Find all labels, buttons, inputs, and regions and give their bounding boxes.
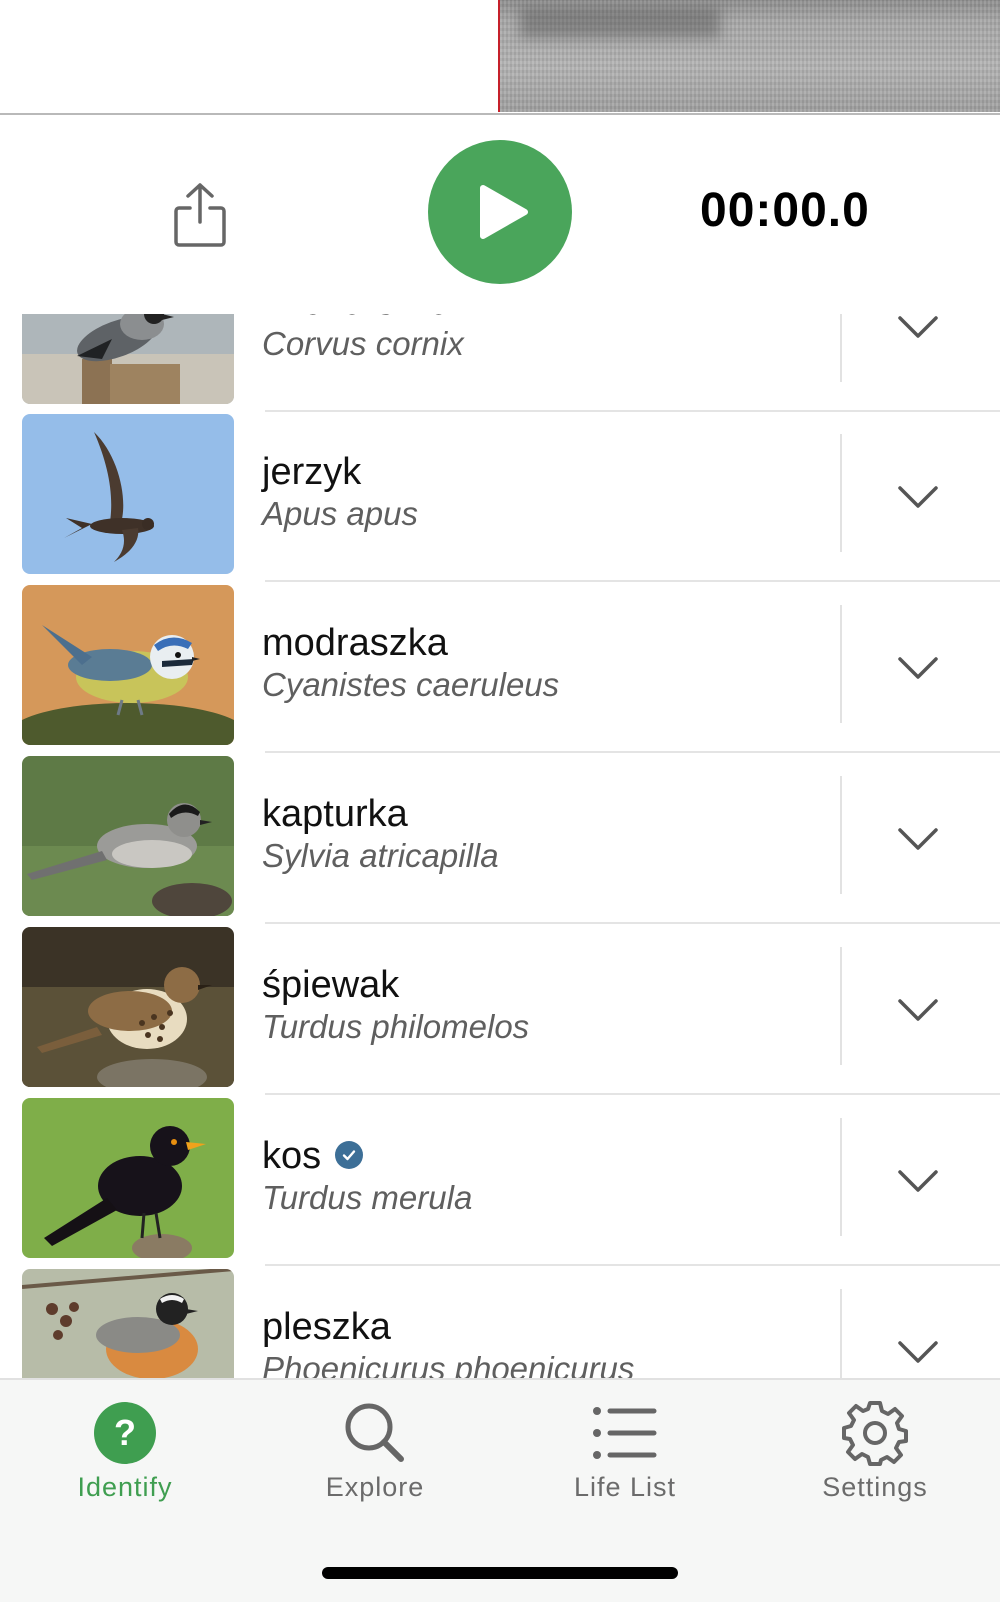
tab-label: Settings [822, 1472, 928, 1502]
row-separator [265, 751, 1000, 753]
species-names: modraszka Cyanistes caeruleus [262, 621, 822, 705]
scientific-name: Corvus cornix [262, 325, 464, 362]
species-names: wrona siwa Corvus cornix [262, 314, 822, 364]
bird-photo [22, 585, 234, 745]
bird-photo [22, 1098, 234, 1258]
play-icon [480, 185, 528, 239]
species-names: kapturka Sylvia atricapilla [262, 792, 822, 876]
home-indicator[interactable] [322, 1567, 678, 1579]
playhead-marker[interactable] [498, 0, 500, 112]
spectrogram-panel[interactable] [0, 0, 1000, 115]
tab-identify[interactable]: ? Identify [0, 1380, 250, 1530]
tab-label: Explore [325, 1472, 425, 1502]
common-name: śpiewak [262, 964, 400, 1006]
spectrogram-signal [520, 8, 720, 38]
share-icon [174, 183, 226, 247]
row-separator [265, 922, 1000, 924]
row-separator [265, 1264, 1000, 1266]
bird-photo [22, 314, 234, 404]
common-name: pleszka [262, 1306, 391, 1348]
tab-label: Life List [573, 1472, 677, 1502]
bird-photo [22, 927, 234, 1087]
bird-photo [22, 756, 234, 916]
scientific-name: Phoenicurus phoenicurus [262, 1350, 635, 1380]
common-name: kapturka [262, 793, 408, 835]
list-item[interactable]: śpiewak Turdus philomelos [0, 927, 1000, 1097]
chevron-down-icon[interactable] [896, 653, 940, 683]
tab-label: Identify [77, 1472, 173, 1502]
row-divider [840, 434, 842, 552]
list-item[interactable]: wrona siwa Corvus cornix [0, 314, 1000, 414]
row-divider [840, 1289, 842, 1380]
row-separator [265, 1093, 1000, 1095]
scientific-name: Apus apus [262, 495, 418, 532]
play-button[interactable] [428, 140, 572, 284]
scientific-name: Cyanistes caeruleus [262, 666, 560, 703]
list-item[interactable]: kos Turdus merula [0, 1098, 1000, 1268]
playback-timer: 00:00.0 [700, 184, 870, 237]
row-divider [840, 947, 842, 1065]
species-names: jerzyk Apus apus [262, 450, 822, 534]
species-names: śpiewak Turdus philomelos [262, 963, 822, 1047]
bird-photo [22, 1269, 234, 1380]
species-list[interactable]: wrona siwa Corvus cornix jerzyk Apus apu… [0, 314, 1000, 1380]
search-icon [345, 1403, 404, 1462]
chevron-down-icon[interactable] [896, 1166, 940, 1196]
question-circle-icon: ? [94, 1402, 156, 1464]
common-name: kos [262, 1135, 322, 1177]
chevron-down-icon[interactable] [896, 995, 940, 1025]
list-icon [593, 1407, 657, 1459]
species-names: pleszka Phoenicurus phoenicurus [262, 1305, 822, 1380]
common-name: wrona siwa [262, 314, 822, 324]
tab-explore[interactable]: Explore [250, 1380, 500, 1530]
chevron-down-icon[interactable] [896, 1337, 940, 1367]
row-divider [840, 776, 842, 894]
common-name-row: kos [262, 1134, 822, 1178]
tab-life-list[interactable]: Life List [500, 1380, 750, 1530]
row-divider [840, 605, 842, 723]
verified-check-icon [335, 1140, 364, 1169]
svg-text:?: ? [114, 1412, 136, 1453]
row-separator [265, 410, 1000, 412]
row-divider [840, 314, 842, 382]
list-item[interactable]: modraszka Cyanistes caeruleus [0, 585, 1000, 755]
list-item[interactable]: pleszka Phoenicurus phoenicurus [0, 1269, 1000, 1380]
chevron-down-icon[interactable] [896, 482, 940, 512]
chevron-down-icon[interactable] [896, 824, 940, 854]
row-separator [265, 580, 1000, 582]
list-item[interactable]: jerzyk Apus apus [0, 414, 1000, 584]
species-names: kos Turdus merula [262, 1134, 822, 1218]
playback-controls: 00:00.0 [0, 115, 1000, 310]
common-name: jerzyk [262, 451, 362, 493]
scientific-name: Sylvia atricapilla [262, 837, 499, 874]
tab-settings[interactable]: Settings [750, 1380, 1000, 1530]
bird-photo [22, 414, 234, 574]
list-item[interactable]: kapturka Sylvia atricapilla [0, 756, 1000, 926]
gear-icon [842, 1401, 908, 1466]
scientific-name: Turdus merula [262, 1179, 473, 1216]
common-name: modraszka [262, 622, 448, 664]
share-button[interactable] [168, 180, 232, 250]
chevron-down-icon[interactable] [896, 314, 940, 342]
scientific-name: Turdus philomelos [262, 1008, 530, 1045]
row-divider [840, 1118, 842, 1236]
